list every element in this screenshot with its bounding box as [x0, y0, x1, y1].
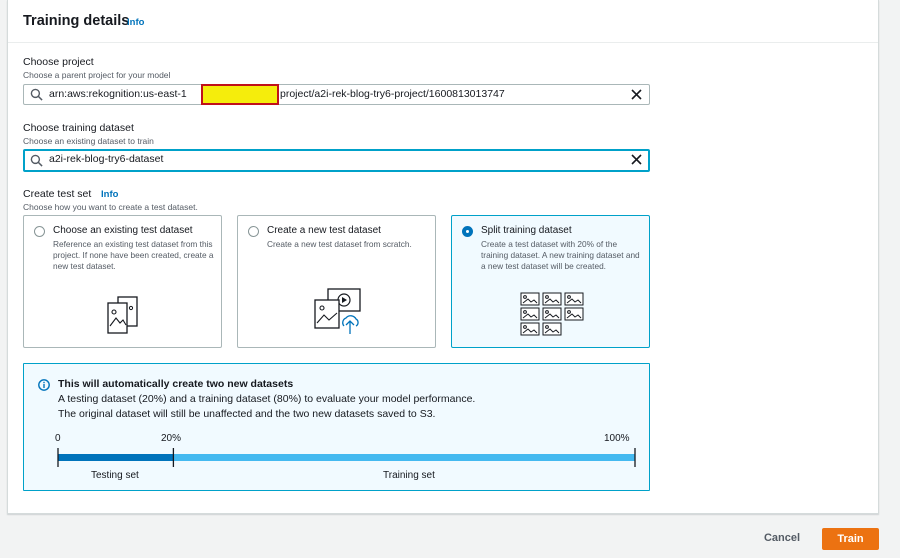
- training-segment: [173, 454, 635, 461]
- cancel-button[interactable]: Cancel: [752, 527, 812, 549]
- panel-header: Training details Info: [8, 0, 878, 43]
- image-grid-icon: [520, 292, 584, 336]
- radio-new-test-dataset[interactable]: [248, 226, 259, 237]
- training-set-label: Training set: [383, 470, 435, 481]
- train-button[interactable]: Train: [822, 528, 879, 550]
- alert-title: This will automatically create two new d…: [58, 378, 294, 390]
- dataset-label: Choose training dataset: [23, 122, 134, 134]
- project-description: Choose a parent project for your model: [23, 70, 171, 80]
- option-split-training-dataset[interactable]: Split training dataset Create a test dat…: [451, 215, 650, 348]
- upload-media-icon: [314, 288, 361, 334]
- training-details-panel: Training details Info Choose project Cho…: [7, 0, 879, 514]
- project-search-input[interactable]: arn:aws:rekognition:us-east-1 project/a2…: [23, 84, 650, 105]
- testing-segment: [58, 454, 174, 461]
- option-existing-test-dataset[interactable]: Choose an existing test dataset Referenc…: [23, 215, 222, 348]
- panel-info-link[interactable]: Info: [127, 17, 144, 28]
- search-icon: [30, 88, 43, 101]
- documents-icon: [107, 296, 138, 334]
- alert-line-2: The original dataset will still be unaff…: [58, 408, 436, 420]
- option-new-test-dataset[interactable]: Create a new test dataset Create a new t…: [237, 215, 436, 348]
- option-title: Split training dataset: [481, 225, 572, 236]
- test-set-label: Create test set: [23, 188, 92, 200]
- alert-line-1: A testing dataset (20%) and a training d…: [58, 393, 476, 405]
- project-value-suffix: project/a2i-rek-blog-try6-project/160081…: [280, 88, 505, 100]
- test-set-description: Choose how you want to create a test dat…: [23, 202, 198, 212]
- option-description: Create a test dataset with 20% of the tr…: [481, 239, 640, 271]
- dataset-search-input[interactable]: a2i-rek-blog-try6-dataset: [23, 149, 650, 172]
- radio-split-training-dataset[interactable]: [462, 226, 473, 237]
- search-icon: [30, 154, 43, 167]
- testing-set-label: Testing set: [91, 470, 139, 481]
- option-description: Create a new test dataset from scratch.: [267, 239, 412, 249]
- panel-title: Training details: [23, 13, 130, 29]
- option-title: Create a new test dataset: [267, 225, 381, 236]
- option-title: Choose an existing test dataset: [53, 225, 193, 236]
- redacted-account-id: [201, 84, 279, 105]
- test-set-info-link[interactable]: Info: [101, 189, 118, 200]
- project-value-prefix: arn:aws:rekognition:us-east-1: [49, 88, 187, 100]
- dataset-value: a2i-rek-blog-try6-dataset: [49, 153, 164, 165]
- option-description: Reference an existing test dataset from …: [53, 239, 214, 271]
- project-label: Choose project: [23, 56, 94, 68]
- info-icon: [38, 379, 50, 391]
- split-bar: [57, 448, 636, 467]
- dataset-description: Choose an existing dataset to train: [23, 136, 154, 146]
- tick-0: 0: [55, 433, 61, 444]
- radio-existing-test-dataset[interactable]: [34, 226, 45, 237]
- clear-icon[interactable]: [631, 154, 642, 165]
- clear-icon[interactable]: [631, 89, 642, 100]
- tick-100: 100%: [604, 433, 630, 444]
- tick-20: 20%: [161, 433, 182, 444]
